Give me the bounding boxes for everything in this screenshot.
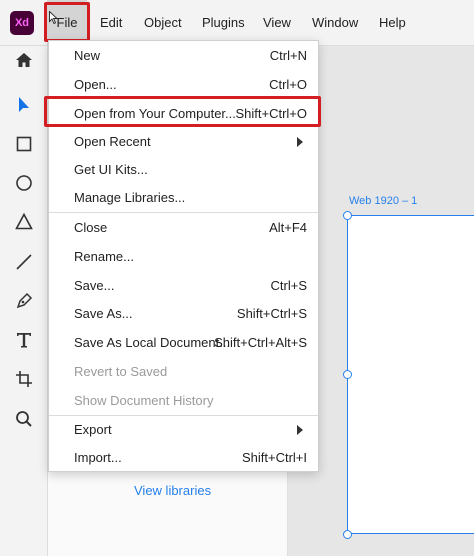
artboard-handle-top-left[interactable]	[343, 211, 352, 220]
menu-item-label: Save As...	[74, 306, 133, 321]
menu-item-label: Open...	[74, 77, 117, 92]
menu-item-shortcut: Shift+Ctrl+O	[235, 106, 307, 121]
menu-item-show-document-history: Show Document History	[49, 386, 318, 415]
select-arrow-icon[interactable]	[10, 91, 38, 119]
menu-item-label: Manage Libraries...	[74, 190, 186, 205]
menu-item-revert-to-saved: Revert to Saved	[49, 357, 318, 386]
menu-item-new[interactable]: New Ctrl+N	[49, 41, 318, 70]
menu-item-import[interactable]: Import... Shift+Ctrl+I	[49, 443, 318, 472]
menu-item-open-recent[interactable]: Open Recent	[49, 127, 318, 156]
menu-item-label: Open from Your Computer...	[74, 106, 236, 121]
menu-item-label: Import...	[74, 450, 122, 465]
line-icon[interactable]	[10, 248, 38, 276]
menu-item-shortcut: Ctrl+S	[270, 278, 307, 293]
mouse-cursor-icon	[49, 11, 58, 24]
artboard-handle-middle-left[interactable]	[343, 370, 352, 379]
menu-item-shortcut: Shift+Ctrl+S	[236, 306, 307, 321]
triangle-icon[interactable]	[10, 208, 38, 236]
menu-item-rename[interactable]: Rename...	[49, 242, 318, 271]
file-menu-dropdown: New Ctrl+N Open... Ctrl+O Open from Your…	[48, 40, 319, 472]
menu-help[interactable]: Help	[379, 0, 406, 46]
artboard-label[interactable]: Web 1920 – 1	[349, 195, 417, 207]
menu-item-label: Save...	[74, 278, 115, 293]
xd-logo: Xd	[10, 11, 34, 35]
submenu-arrow-icon	[297, 425, 303, 435]
menu-item-open[interactable]: Open... Ctrl+O	[49, 70, 318, 99]
submenu-arrow-icon	[297, 137, 303, 147]
menu-item-label: Revert to Saved	[74, 364, 168, 379]
menu-item-label: Save As Local Document...	[74, 335, 231, 350]
left-toolbar	[0, 46, 48, 556]
rectangle-icon[interactable]	[10, 130, 38, 158]
menu-item-label: Rename...	[74, 249, 134, 264]
artboard[interactable]	[347, 215, 474, 534]
text-icon[interactable]	[10, 326, 38, 354]
ellipse-icon[interactable]	[10, 169, 38, 197]
menu-item-export[interactable]: Export	[49, 415, 318, 444]
menu-item-label: Get UI Kits...	[74, 162, 148, 177]
menu-item-label: Close	[74, 220, 108, 235]
menu-item-shortcut: Alt+F4	[269, 220, 307, 235]
view-libraries-link[interactable]: View libraries	[134, 483, 211, 498]
menu-item-label: Export	[74, 422, 112, 437]
menu-item-shortcut: Shift+Ctrl+I	[241, 450, 307, 465]
artboard-handle-bottom-left[interactable]	[343, 530, 352, 539]
menu-item-close[interactable]: Close Alt+F4	[49, 213, 318, 242]
menu-item-shortcut: Ctrl+O	[269, 77, 307, 92]
menu-item-label: New	[74, 48, 101, 63]
menu-item-save[interactable]: Save... Ctrl+S	[49, 271, 318, 300]
menu-item-open-from-your-computer[interactable]: Open from Your Computer... Shift+Ctrl+O	[49, 99, 318, 128]
menu-item-label: Open Recent	[74, 134, 151, 149]
zoom-icon[interactable]	[10, 405, 38, 433]
artboard-icon[interactable]	[10, 365, 38, 393]
menu-item-shortcut: Ctrl+N	[269, 48, 307, 63]
menu-item-save-as[interactable]: Save As... Shift+Ctrl+S	[49, 299, 318, 328]
menu-item-label: Show Document History	[74, 393, 214, 408]
menu-item-save-as-local-document[interactable]: Save As Local Document... Shift+Ctrl+Alt…	[49, 328, 318, 357]
pen-icon[interactable]	[10, 287, 38, 315]
home-icon[interactable]	[10, 46, 38, 74]
menu-item-get-ui-kits[interactable]: Get UI Kits...	[49, 155, 318, 184]
menu-item-manage-libraries[interactable]: Manage Libraries...	[49, 183, 318, 212]
menu-item-shortcut: Shift+Ctrl+Alt+S	[214, 335, 307, 350]
